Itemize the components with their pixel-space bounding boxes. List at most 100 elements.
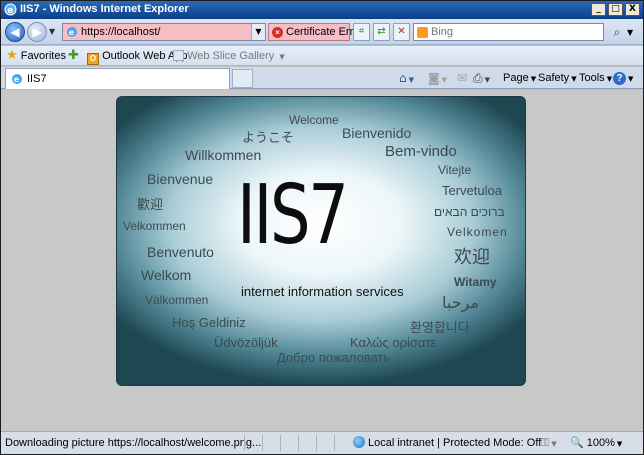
printer-icon: ⎙ (473, 71, 483, 85)
search-button[interactable]: ⌕ (608, 23, 626, 41)
page-menu[interactable]: Page ▼ (503, 71, 536, 86)
tab-label: IIS7 (27, 73, 47, 85)
web-slice-icon (173, 50, 184, 61)
star-icon: ★ (6, 48, 18, 63)
close-button[interactable]: X (625, 3, 640, 16)
greeting-polish: Witamy (454, 275, 497, 289)
search-box[interactable] (413, 23, 604, 41)
chevron-down-icon: ▼ (441, 76, 448, 84)
greeting-japanese: ようこそ (242, 130, 295, 145)
tools-menu[interactable]: Tools ▼ (579, 71, 612, 86)
mail-icon: ✉ (457, 71, 468, 85)
forward-button[interactable]: ▶ (27, 22, 47, 42)
bing-icon (417, 27, 428, 38)
greeting-french: Bienvenue (147, 171, 214, 187)
compatibility-view-button[interactable]: ⌗ (353, 23, 370, 41)
refresh-button[interactable]: ⇄ (373, 23, 390, 41)
favorites-button[interactable]: ★ Favorites (6, 49, 66, 64)
maximize-button[interactable]: □ (608, 3, 623, 16)
chevron-down-icon: ▼ (616, 440, 623, 448)
svg-text:e: e (14, 75, 20, 84)
window-title: IIS7 - Windows Internet Explorer (20, 3, 189, 15)
greeting-italian: Benvenuto (147, 244, 214, 260)
greeting-finnish: Tervetuloa (442, 183, 502, 198)
chevron-down-icon: ▼ (484, 76, 490, 84)
add-to-favorites-bar-button[interactable]: ✚ (68, 49, 79, 64)
feeds-button[interactable]: ◙ ▼ (428, 71, 447, 87)
new-tab-button[interactable] (232, 69, 253, 88)
minimize-button[interactable]: _ (591, 3, 606, 16)
address-bar[interactable]: e https://localhost/ ▼ (62, 23, 266, 41)
certificate-error-label: Certificate Error (286, 26, 364, 38)
title-bar: e IIS7 - Windows Internet Explorer _ □ X (1, 1, 643, 19)
address-url[interactable]: https://localhost/ (81, 26, 161, 38)
favorites-bar: ★ Favorites ✚ O Outlook Web App Web Slic… (1, 46, 643, 66)
greeting-german: Willkommen (185, 147, 262, 163)
search-icon: ⌕ (613, 25, 621, 39)
status-segment (334, 435, 351, 451)
favorite-web-slice-gallery[interactable]: Web Slice Gallery ▼ (173, 49, 285, 64)
page-icon: e (67, 27, 77, 37)
refresh-icon: ⇄ (377, 26, 386, 37)
chevron-down-icon: ▼ (530, 75, 537, 83)
globe-icon (353, 436, 365, 448)
status-bar: Downloading picture https://localhost/we… (1, 431, 643, 454)
greeting-turkish: Hoş Geldiniz (172, 315, 246, 330)
page-menu-label: Page (503, 72, 529, 84)
page-content: Welcome ようこそ Bienvenido Willkommen Bem-v… (1, 90, 643, 431)
status-segment (316, 435, 333, 451)
home-icon: ⌂ (399, 71, 407, 85)
stop-button[interactable]: ✕ (393, 23, 410, 41)
zone-label: Local intranet | Protected Mode: Off (368, 437, 542, 449)
back-button[interactable]: ◀ (5, 22, 25, 42)
safety-menu[interactable]: Safety ▼ (538, 71, 577, 86)
greeting-danish: Velkommen (123, 219, 186, 233)
home-button[interactable]: ⌂ ▼ (399, 71, 414, 87)
greeting-spanish: Bienvenido (342, 125, 412, 141)
svg-text:e: e (69, 28, 75, 37)
error-icon: × (272, 27, 283, 38)
security-zone[interactable]: Local intranet | Protected Mode: Off (353, 436, 541, 449)
zoom-control[interactable]: 🔍 100% ▼ (570, 436, 622, 449)
greeting-portuguese: Bem-vindo (385, 143, 457, 160)
greeting-chinese-traditional: 歡迎 (137, 197, 164, 212)
greeting-hebrew: ברוכים הבאים (434, 205, 505, 219)
chevron-down-icon: ▼ (628, 75, 634, 83)
address-dropdown-button[interactable]: ▼ (251, 24, 265, 40)
arrow-left-icon: ◀ (10, 25, 20, 39)
status-segment (298, 435, 315, 451)
read-mail-button[interactable]: ✉ (457, 71, 467, 85)
greeting-welcome: Welcome (289, 113, 339, 127)
zoom-level: 100% (586, 437, 615, 449)
iis7-welcome-image: Welcome ようこそ Bienvenido Willkommen Bem-v… (116, 96, 526, 386)
rss-icon: ◙ (428, 71, 440, 85)
status-text: Downloading picture https://localhost/we… (5, 437, 262, 449)
certificate-error-button[interactable]: × Certificate Error (268, 23, 363, 41)
tab-and-command-bar: e IIS7 ⌂ ▼ ◙ ▼ ✉ ⎙ ▼ Page ▼ Safety ▼ Tools ▼ ?… (1, 67, 643, 89)
iis7-logo: IIS7 (237, 168, 349, 263)
close-icon: ✕ (397, 26, 406, 37)
status-segment (262, 435, 279, 451)
greeting-hungarian: Üdvözöljük (214, 335, 278, 350)
chevron-down-icon: ▼ (606, 75, 613, 83)
safety-menu-label: Safety (538, 72, 570, 84)
chevron-down-icon: ▼ (551, 440, 557, 448)
search-input[interactable] (431, 25, 599, 39)
greeting-arabic: مرحبا (442, 295, 479, 312)
favorites-label: Favorites (20, 50, 66, 62)
address-toolbar: ◀ ▶ ▼ e https://localhost/ ▼ × Certifica… (1, 19, 643, 45)
greeting-korean: 환영합니다 (410, 320, 470, 335)
tab-iis7[interactable]: e IIS7 (5, 68, 230, 89)
chevron-down-icon: ▼ (571, 75, 577, 83)
print-button[interactable]: ⎙ ▼ (473, 71, 490, 87)
greeting-russian: Добро пожаловать (277, 350, 391, 365)
recent-pages-dropdown[interactable]: ▼ (49, 27, 55, 36)
greeting-dutch: Welkom (141, 267, 192, 283)
svg-text:e: e (7, 6, 13, 16)
greeting-norwegian: Velkomen (447, 225, 508, 239)
search-options-dropdown[interactable]: ▼ (627, 28, 633, 37)
help-menu[interactable]: ? ▼ (613, 71, 633, 86)
protected-mode-icon[interactable]: ⚿ ▼ (541, 436, 557, 450)
help-icon: ? (613, 72, 626, 85)
tools-menu-label: Tools (579, 72, 605, 84)
